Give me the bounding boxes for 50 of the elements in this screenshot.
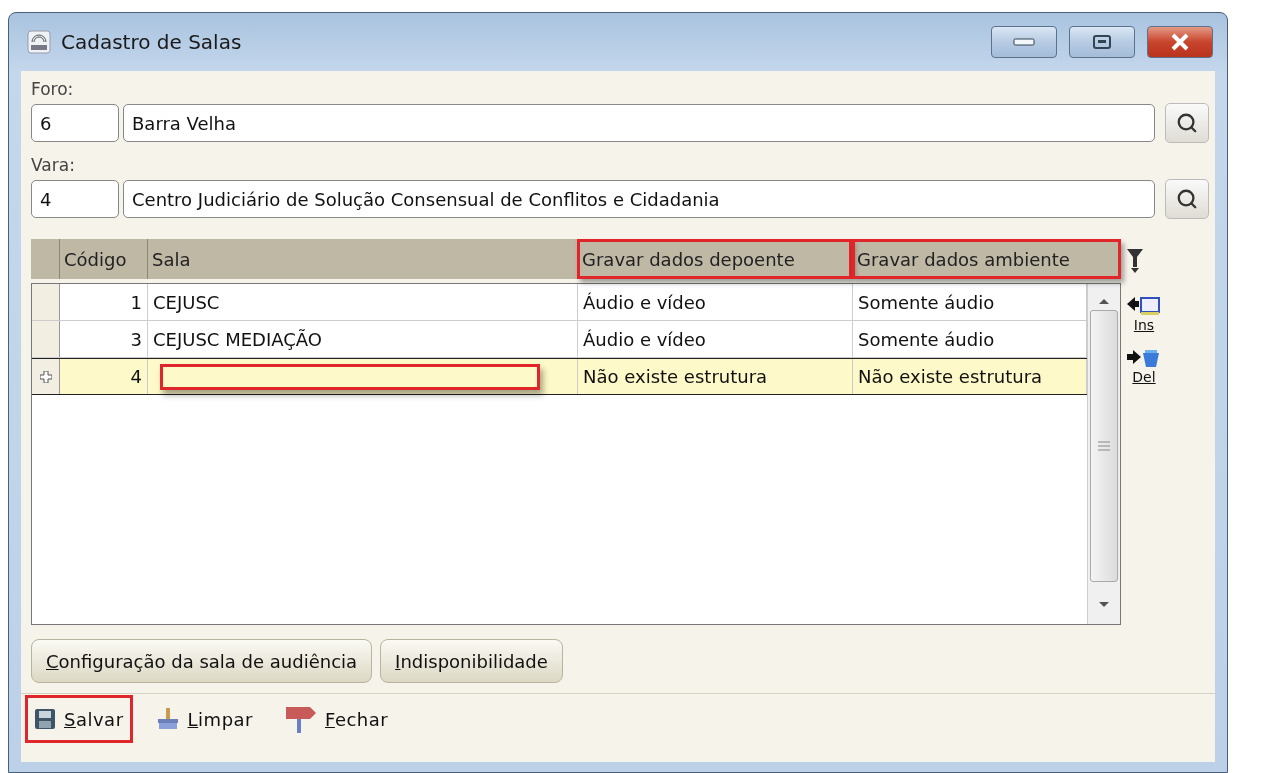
- column-header[interactable]: Sala: [147, 239, 577, 279]
- plus-icon: [39, 370, 52, 383]
- table-cell: 1: [60, 284, 148, 320]
- close-button[interactable]: [1147, 26, 1213, 58]
- delete-row-icon: [1127, 347, 1161, 369]
- column-header[interactable]: Gravar dados depoente: [577, 239, 852, 279]
- scroll-up-icon[interactable]: [1098, 296, 1110, 306]
- table-cell: Áudio e vídeo: [578, 321, 853, 357]
- vertical-scrollbar[interactable]: [1087, 284, 1120, 624]
- name-field[interactable]: Barra Velha: [123, 104, 1155, 142]
- search-button[interactable]: [1165, 179, 1209, 219]
- search-button[interactable]: [1165, 103, 1209, 143]
- grip-icon: [1098, 440, 1110, 452]
- close-icon: [1170, 33, 1190, 51]
- minimize-button[interactable]: [991, 26, 1057, 58]
- maximize-button[interactable]: [1069, 26, 1135, 58]
- signpost-icon: [285, 705, 317, 733]
- search-icon: [1176, 112, 1198, 134]
- table-row[interactable]: 3 CEJUSC MEDIAÇÃO Áudio e vídeo Somente áudio: [32, 321, 1087, 358]
- table-row[interactable]: 1 CEJUSC Áudio e vídeo Somente áudio: [32, 284, 1087, 321]
- field-label: Vara:: [31, 155, 76, 177]
- action-button[interactable]: Indisponibilidade: [380, 639, 563, 683]
- code-field[interactable]: 6: [31, 104, 119, 142]
- column-header[interactable]: Gravar dados ambiente: [852, 239, 1121, 279]
- name-field[interactable]: Centro Judiciário de Solução Consensual de Conflitos e Cidadania: [123, 180, 1155, 218]
- scroll-down-icon[interactable]: [1098, 600, 1110, 610]
- table-row[interactable]: 4 Não existe estrutura Não existe estrutura: [32, 358, 1087, 395]
- toolbar-button[interactable]: Salvar: [25, 695, 133, 743]
- window-title: Cadastro de Salas: [61, 30, 243, 54]
- table-cell: Áudio e vídeo: [578, 284, 853, 320]
- minimize-icon: [1013, 38, 1035, 46]
- table-cell: 4: [60, 359, 148, 394]
- toolbar-button[interactable]: Limpar: [146, 695, 262, 743]
- table-cell: CEJUSC MEDIAÇÃO: [148, 321, 578, 357]
- table-cell: 3: [60, 321, 148, 357]
- field-label: Foro:: [31, 79, 75, 101]
- table-cell: CEJUSC: [148, 284, 578, 320]
- code-field[interactable]: 4: [31, 180, 119, 218]
- side-action-link[interactable]: Del: [1127, 347, 1161, 385]
- broom-icon: [155, 707, 180, 731]
- action-button[interactable]: Configuração da sala de audiência: [31, 639, 373, 683]
- filter-icon[interactable]: [1127, 249, 1143, 273]
- insert-row-icon: [1127, 295, 1161, 317]
- table-cell: Não existe estrutura: [578, 359, 853, 394]
- side-action-link[interactable]: Ins: [1127, 295, 1161, 333]
- search-icon: [1176, 188, 1198, 210]
- app-icon: [27, 30, 51, 54]
- column-header[interactable]: Código: [59, 239, 147, 279]
- toolbar-button[interactable]: Fechar: [276, 695, 398, 743]
- maximize-icon: [1093, 35, 1111, 49]
